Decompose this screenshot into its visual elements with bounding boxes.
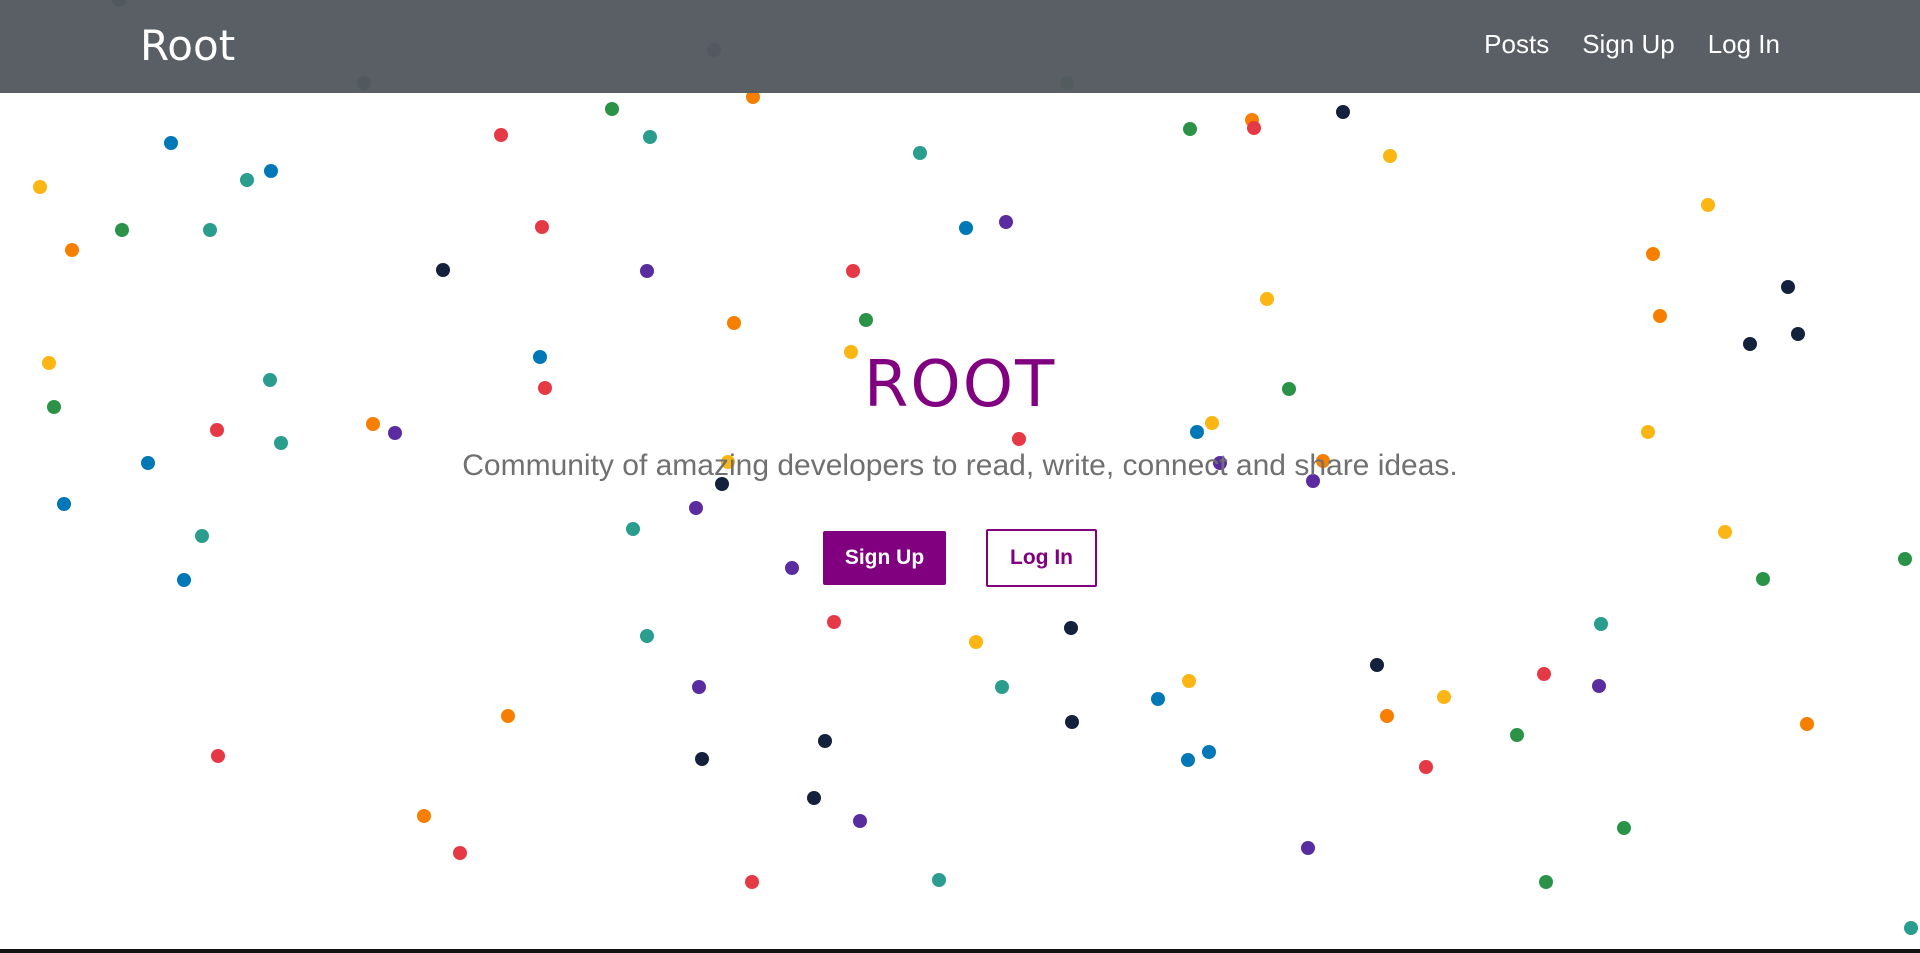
nav-link-login[interactable]: Log In bbox=[1708, 28, 1780, 60]
nav-link-signup[interactable]: Sign Up bbox=[1582, 28, 1675, 60]
nav-links: Posts Sign Up Log In bbox=[1484, 28, 1780, 60]
bottom-border bbox=[0, 949, 1920, 953]
hero-signup-button[interactable]: Sign Up bbox=[823, 531, 946, 585]
top-navbar: Root Posts Sign Up Log In bbox=[0, 0, 1920, 93]
hero-login-button[interactable]: Log In bbox=[986, 529, 1097, 587]
hero-subtitle: Community of amazing developers to read,… bbox=[462, 449, 1458, 482]
hero-section: ROOT Community of amazing developers to … bbox=[0, 0, 1920, 953]
page: ROOT Community of amazing developers to … bbox=[0, 0, 1920, 953]
hero-title: ROOT bbox=[863, 348, 1057, 422]
brand-logo[interactable]: Root bbox=[140, 20, 235, 72]
nav-link-posts[interactable]: Posts bbox=[1484, 28, 1549, 60]
